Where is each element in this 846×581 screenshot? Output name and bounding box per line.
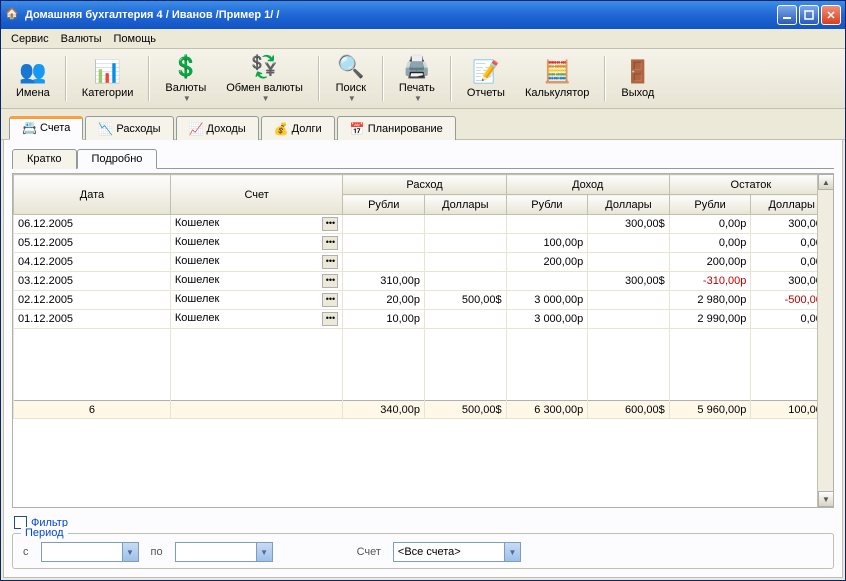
ellipsis-button[interactable]: ••• <box>322 255 338 269</box>
close-button[interactable] <box>821 5 841 25</box>
separator <box>604 56 606 101</box>
to-label: по <box>151 546 163 558</box>
expenses-icon: 📉 <box>98 122 112 136</box>
filter-checkbox-row: Фильтр <box>12 514 834 531</box>
income-icon: 📈 <box>189 122 203 136</box>
dropdown-button[interactable]: ▼ <box>122 543 138 561</box>
separator <box>450 56 452 101</box>
separator <box>148 56 150 101</box>
window-title: Домашняя бухгалтерия 4 / Иванов /Пример … <box>25 9 777 21</box>
col-exp-rub[interactable]: Рубли <box>343 195 425 215</box>
tab-income[interactable]: 📈Доходы <box>176 116 259 140</box>
col-account[interactable]: Счет <box>170 175 343 215</box>
col-inc-usd[interactable]: Доллары <box>588 195 670 215</box>
ellipsis-button[interactable]: ••• <box>322 274 338 288</box>
main-tabs: 📇Счета 📉Расходы 📈Доходы 💰Долги 📅Планиров… <box>1 109 845 140</box>
tb-reports[interactable]: 📝Отчеты <box>458 54 514 104</box>
search-icon: 🔍 <box>338 54 364 80</box>
minimize-button[interactable] <box>777 5 797 25</box>
subtab-brief[interactable]: Кратко <box>12 149 77 169</box>
col-date[interactable]: Дата <box>14 175 171 215</box>
date-from-input[interactable] <box>42 543 122 561</box>
tab-debts[interactable]: 💰Долги <box>261 116 335 140</box>
app-window: 🏠 Домашняя бухгалтерия 4 / Иванов /Приме… <box>0 0 846 581</box>
tb-names[interactable]: 👥Имена <box>7 54 59 104</box>
separator <box>318 56 320 101</box>
table-row[interactable]: 03.12.2005Кошелек•••310,00р300,00$-310,0… <box>14 272 833 291</box>
account-combo[interactable]: ▼ <box>393 542 521 562</box>
report-icon: 📝 <box>473 59 499 85</box>
ellipsis-button[interactable]: ••• <box>322 217 338 231</box>
table-row[interactable]: 02.12.2005Кошелек•••20,00р500,00$3 000,0… <box>14 291 833 310</box>
people-icon: 👥 <box>20 59 46 85</box>
menu-help[interactable]: Помощь <box>108 31 163 47</box>
colgroup-balance[interactable]: Остаток <box>669 175 832 195</box>
filter-panel: Фильтр Период с ▼ по ▼ Счет ▼ <box>12 514 834 569</box>
vertical-scrollbar[interactable]: ▲ ▼ <box>817 174 833 507</box>
exit-icon: 🚪 <box>625 59 651 85</box>
from-label: с <box>23 546 29 558</box>
ellipsis-button[interactable]: ••• <box>322 293 338 307</box>
tb-categories[interactable]: 📊Категории <box>73 54 143 104</box>
tb-exit[interactable]: 🚪Выход <box>612 54 663 104</box>
table-row[interactable]: 05.12.2005Кошелек•••100,00р0,00р0,00$ <box>14 234 833 253</box>
chevron-down-icon: ▼ <box>414 94 422 103</box>
period-legend: Период <box>21 527 68 539</box>
account-input[interactable] <box>394 543 504 561</box>
tb-print[interactable]: 🖨️Печать▼ <box>390 49 444 108</box>
separator <box>382 56 384 101</box>
col-bal-rub[interactable]: Рубли <box>669 195 751 215</box>
app-icon: 🏠 <box>5 7 21 23</box>
dropdown-button[interactable]: ▼ <box>504 543 520 561</box>
maximize-button[interactable] <box>799 5 819 25</box>
table-row[interactable]: 01.12.2005Кошелек•••10,00р3 000,00р2 990… <box>14 310 833 329</box>
menu-service[interactable]: Сервис <box>5 31 55 47</box>
categories-icon: 📊 <box>95 59 121 85</box>
col-inc-rub[interactable]: Рубли <box>506 195 588 215</box>
ellipsis-button[interactable]: ••• <box>322 312 338 326</box>
tab-planning[interactable]: 📅Планирование <box>337 116 456 140</box>
chevron-down-icon: ▼ <box>262 94 270 103</box>
tab-expenses[interactable]: 📉Расходы <box>85 116 173 140</box>
calculator-icon: 🧮 <box>544 59 570 85</box>
subtabs: Кратко Подробно <box>12 148 834 169</box>
data-grid: Дата Счет Расход Доход Остаток Рубли Дол… <box>12 173 834 508</box>
tb-search[interactable]: 🔍Поиск▼ <box>326 49 376 108</box>
scroll-down-button[interactable]: ▼ <box>818 491 834 507</box>
date-to-combo[interactable]: ▼ <box>175 542 273 562</box>
content-area: Кратко Подробно Дата Счет Расход Доход О… <box>3 140 843 578</box>
tb-exchange[interactable]: 💱Обмен валюты▼ <box>217 49 312 108</box>
colgroup-income[interactable]: Доход <box>506 175 669 195</box>
col-exp-usd[interactable]: Доллары <box>425 195 507 215</box>
dollar-icon: 💲 <box>173 54 199 80</box>
date-to-input[interactable] <box>176 543 256 561</box>
scroll-up-button[interactable]: ▲ <box>818 174 834 190</box>
debts-icon: 💰 <box>274 122 288 136</box>
table-row[interactable]: 06.12.2005Кошелек•••300,00$0,00р300,00$ <box>14 215 833 234</box>
total-row: 6340,00р500,00$6 300,00р600,00$5 960,00р… <box>14 401 833 419</box>
period-group: Период с ▼ по ▼ Счет ▼ <box>12 533 834 569</box>
subtab-detail[interactable]: Подробно <box>77 149 158 169</box>
table-row[interactable]: 04.12.2005Кошелек•••200,00р200,00р0,00$ <box>14 253 833 272</box>
ellipsis-button[interactable]: ••• <box>322 236 338 250</box>
printer-icon: 🖨️ <box>404 54 430 80</box>
menu-currencies[interactable]: Валюты <box>55 31 108 47</box>
accounts-icon: 📇 <box>22 121 36 135</box>
toolbar: 👥Имена 📊Категории 💲Валюты▼ 💱Обмен валюты… <box>1 49 845 109</box>
planning-icon: 📅 <box>350 122 364 136</box>
separator <box>65 56 67 101</box>
exchange-icon: 💱 <box>252 54 278 80</box>
chevron-down-icon: ▼ <box>348 94 356 103</box>
titlebar: 🏠 Домашняя бухгалтерия 4 / Иванов /Приме… <box>1 1 845 29</box>
tab-accounts[interactable]: 📇Счета <box>9 116 83 140</box>
dropdown-button[interactable]: ▼ <box>256 543 272 561</box>
chevron-down-icon: ▼ <box>183 94 191 103</box>
account-label: Счет <box>357 546 381 558</box>
colgroup-expense[interactable]: Расход <box>343 175 506 195</box>
menubar: Сервис Валюты Помощь <box>1 29 845 49</box>
tb-calc[interactable]: 🧮Калькулятор <box>516 54 598 104</box>
date-from-combo[interactable]: ▼ <box>41 542 139 562</box>
tb-currencies[interactable]: 💲Валюты▼ <box>156 49 215 108</box>
